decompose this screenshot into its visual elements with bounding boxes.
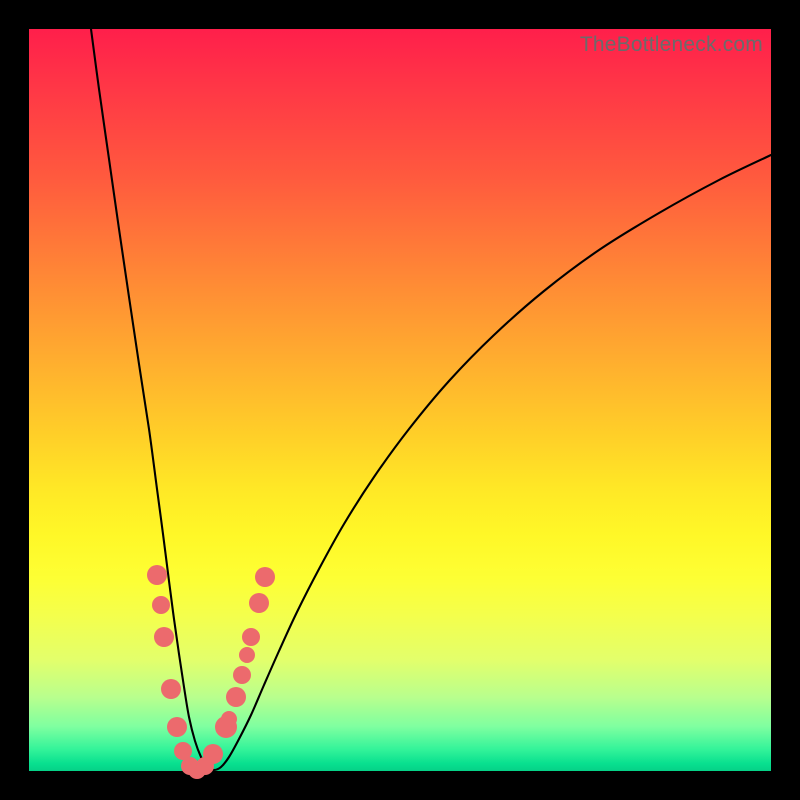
curve-marker	[242, 628, 260, 646]
curve-marker	[255, 567, 275, 587]
curve-marker	[226, 687, 246, 707]
chart-plot-area: TheBottleneck.com	[29, 29, 771, 771]
curve-marker	[239, 647, 255, 663]
bottleneck-curve	[91, 29, 771, 770]
curve-marker	[233, 666, 251, 684]
curve-marker	[221, 711, 237, 727]
chart-frame: TheBottleneck.com	[0, 0, 800, 800]
curve-marker	[203, 744, 223, 764]
marker-group	[147, 565, 275, 779]
curve-marker	[152, 596, 170, 614]
curve-marker	[249, 593, 269, 613]
chart-svg	[29, 29, 771, 771]
curve-marker	[167, 717, 187, 737]
curve-marker	[147, 565, 167, 585]
curve-marker	[154, 627, 174, 647]
curve-marker	[161, 679, 181, 699]
